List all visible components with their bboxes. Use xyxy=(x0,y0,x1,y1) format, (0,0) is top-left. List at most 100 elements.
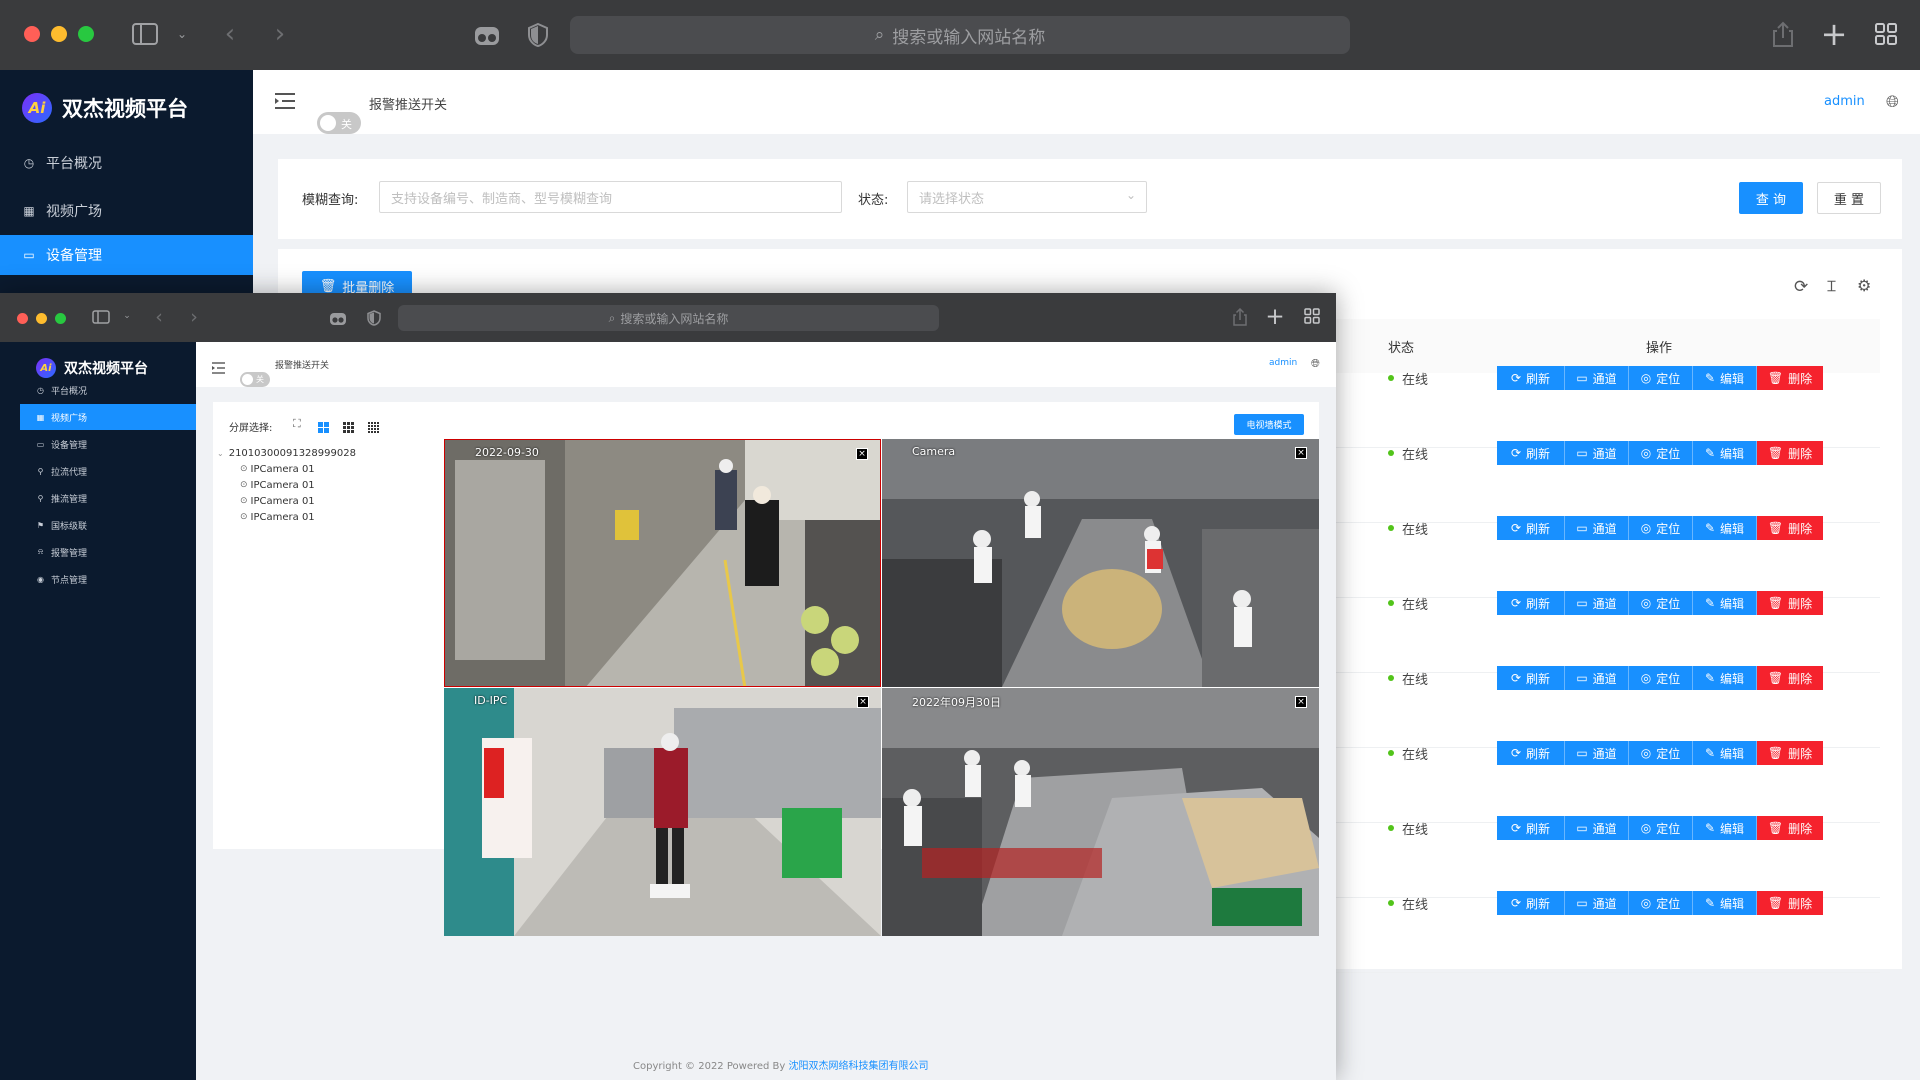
menu-fold-icon[interactable] xyxy=(212,359,225,374)
sidebar-item[interactable]: ▦ 视频广场 xyxy=(20,404,196,430)
sidebar-item[interactable]: ⚲ 推流管理 xyxy=(20,485,196,511)
tree-camera-node[interactable]: ⊙ IPCamera 01 xyxy=(217,509,437,525)
tree-camera-node[interactable]: ⊙ IPCamera 01 xyxy=(217,493,437,509)
maximize-window-dot[interactable] xyxy=(55,313,66,324)
settings-icon[interactable]: ⚙ xyxy=(1857,276,1871,295)
tree-root[interactable]: ⌄ 21010300091328999028 xyxy=(217,445,437,461)
refresh-button[interactable]: ⟳ 刷新 xyxy=(1497,741,1565,765)
locate-button[interactable]: ◎ 定位 xyxy=(1629,516,1693,540)
new-tab-icon[interactable]: + xyxy=(1265,304,1285,330)
forward-arrow-icon[interactable]: › xyxy=(188,306,200,328)
sidebar-item[interactable]: ◉ 节点管理 xyxy=(20,566,196,592)
chevron-down-icon[interactable]: ⌄ xyxy=(122,310,132,322)
channel-button[interactable]: ▭ 通道 xyxy=(1565,816,1629,840)
sidebar-item-overview[interactable]: ◷ 平台概况 xyxy=(0,143,253,183)
delete-button[interactable]: 🗑︎ 删除 xyxy=(1757,366,1823,390)
back-arrow-icon[interactable]: ‹ xyxy=(220,19,240,49)
edit-button[interactable]: ✎ 编辑 xyxy=(1693,741,1757,765)
split-4-icon[interactable] xyxy=(318,418,329,433)
split-9-icon[interactable] xyxy=(343,418,354,433)
sidebar-item[interactable]: ◷ 平台概况 xyxy=(20,377,196,403)
edit-button[interactable]: ✎ 编辑 xyxy=(1693,891,1757,915)
locate-button[interactable]: ◎ 定位 xyxy=(1629,891,1693,915)
refresh-button[interactable]: ⟳ 刷新 xyxy=(1497,891,1565,915)
sidebar-item-device-management[interactable]: ▭ 设备管理 xyxy=(0,235,253,275)
close-window-dot[interactable] xyxy=(24,26,40,42)
close-video-icon[interactable]: × xyxy=(1295,447,1307,459)
edit-button[interactable]: ✎ 编辑 xyxy=(1693,366,1757,390)
globe-icon[interactable]: 🌐︎ xyxy=(1886,92,1899,112)
privacy-icon[interactable] xyxy=(474,22,500,48)
close-video-icon[interactable]: × xyxy=(857,696,869,708)
tree-camera-node[interactable]: ⊙ IPCamera 01 xyxy=(217,477,437,493)
fullscreen-icon[interactable]: ⛶ xyxy=(293,417,301,431)
shield-icon[interactable] xyxy=(527,22,549,48)
channel-button[interactable]: ▭ 通道 xyxy=(1565,666,1629,690)
new-tab-icon[interactable]: + xyxy=(1820,15,1848,53)
delete-button[interactable]: 🗑︎ 删除 xyxy=(1757,441,1823,465)
locate-button[interactable]: ◎ 定位 xyxy=(1629,816,1693,840)
user-name[interactable]: admin xyxy=(1269,358,1297,368)
delete-button[interactable]: 🗑︎ 删除 xyxy=(1757,816,1823,840)
tab-overview-icon[interactable] xyxy=(1874,22,1898,46)
minimize-window-dot[interactable] xyxy=(36,313,47,324)
share-icon[interactable] xyxy=(1772,20,1794,48)
refresh-button[interactable]: ⟳ 刷新 xyxy=(1497,516,1565,540)
address-bar[interactable]: ⌕ 搜索或输入网站名称 xyxy=(398,305,939,331)
query-button[interactable]: 查 询 xyxy=(1739,182,1803,214)
refresh-button[interactable]: ⟳ 刷新 xyxy=(1497,816,1565,840)
sidebar-item-video-square[interactable]: ▦ 视频广场 xyxy=(0,191,253,231)
edit-button[interactable]: ✎ 编辑 xyxy=(1693,666,1757,690)
video-player-4[interactable]: 2022年09月30日 × xyxy=(882,688,1319,936)
delete-button[interactable]: 🗑︎ 删除 xyxy=(1757,891,1823,915)
alarm-push-toggle[interactable]: 关 xyxy=(317,112,361,134)
minimize-window-dot[interactable] xyxy=(51,26,67,42)
sidebar-item[interactable]: ⚑ 国标级联 xyxy=(20,512,196,538)
refresh-button[interactable]: ⟳ 刷新 xyxy=(1497,666,1565,690)
sidebar-item[interactable]: ⍾ 报警管理 xyxy=(20,539,196,565)
globe-icon[interactable]: 🌐︎ xyxy=(1311,357,1320,371)
back-arrow-icon[interactable]: ‹ xyxy=(153,306,165,328)
sidebar-item[interactable]: ⚲ 拉流代理 xyxy=(20,458,196,484)
reset-button[interactable]: 重 置 xyxy=(1817,182,1881,214)
sidebar-item[interactable]: ▭ 设备管理 xyxy=(20,431,196,457)
channel-button[interactable]: ▭ 通道 xyxy=(1565,516,1629,540)
tree-camera-node[interactable]: ⊙ IPCamera 01 xyxy=(217,461,437,477)
locate-button[interactable]: ◎ 定位 xyxy=(1629,441,1693,465)
locate-button[interactable]: ◎ 定位 xyxy=(1629,591,1693,615)
refresh-icon[interactable]: ⟳ xyxy=(1794,277,1808,297)
address-bar[interactable]: ⌕ 搜索或输入网站名称 xyxy=(570,16,1350,54)
delete-button[interactable]: 🗑︎ 删除 xyxy=(1757,591,1823,615)
maximize-window-dot[interactable] xyxy=(78,26,94,42)
video-player-2[interactable]: Camera × xyxy=(882,439,1319,687)
close-window-dot[interactable] xyxy=(17,313,28,324)
user-name[interactable]: admin xyxy=(1824,94,1865,109)
sidebar-toggle-icon[interactable] xyxy=(92,309,110,325)
delete-button[interactable]: 🗑︎ 删除 xyxy=(1757,741,1823,765)
company-link[interactable]: 沈阳双杰网络科技集团有限公司 xyxy=(789,1061,929,1072)
locate-button[interactable]: ◎ 定位 xyxy=(1629,741,1693,765)
close-video-icon[interactable]: × xyxy=(856,448,868,460)
share-icon[interactable] xyxy=(1232,307,1248,327)
channel-button[interactable]: ▭ 通道 xyxy=(1565,741,1629,765)
split-16-icon[interactable] xyxy=(368,418,379,433)
column-height-icon[interactable]: ⌶ xyxy=(1827,277,1836,295)
fuzzy-query-input[interactable]: 支持设备编号、制造商、型号模糊查询 xyxy=(379,181,842,213)
shield-icon[interactable] xyxy=(367,309,381,327)
privacy-icon[interactable] xyxy=(329,309,347,327)
refresh-button[interactable]: ⟳ 刷新 xyxy=(1497,441,1565,465)
locate-button[interactable]: ◎ 定位 xyxy=(1629,666,1693,690)
refresh-button[interactable]: ⟳ 刷新 xyxy=(1497,591,1565,615)
chevron-down-icon[interactable]: ⌄ xyxy=(174,26,190,42)
edit-button[interactable]: ✎ 编辑 xyxy=(1693,441,1757,465)
channel-button[interactable]: ▭ 通道 xyxy=(1565,891,1629,915)
edit-button[interactable]: ✎ 编辑 xyxy=(1693,816,1757,840)
locate-button[interactable]: ◎ 定位 xyxy=(1629,366,1693,390)
refresh-button[interactable]: ⟳ 刷新 xyxy=(1497,366,1565,390)
edit-button[interactable]: ✎ 编辑 xyxy=(1693,516,1757,540)
forward-arrow-icon[interactable]: › xyxy=(270,19,290,49)
menu-fold-icon[interactable] xyxy=(275,92,295,112)
sidebar-toggle-icon[interactable] xyxy=(132,22,158,46)
status-select[interactable]: 请选择状态 ⌄ xyxy=(907,181,1147,213)
video-player-1[interactable]: 2022-09-30 × xyxy=(444,439,881,687)
